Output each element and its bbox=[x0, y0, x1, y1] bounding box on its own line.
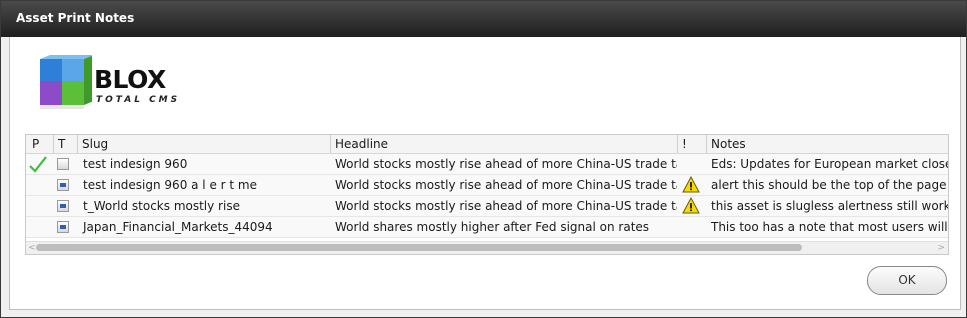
asset-print-notes-dialog: Asset Print Notes BLOX TOTAL CMS P T Slu… bbox=[0, 0, 967, 318]
dialog-title: Asset Print Notes bbox=[1, 1, 966, 37]
slug-cell: test indesign 960 bbox=[83, 157, 188, 171]
scroll-left-icon[interactable]: < bbox=[28, 242, 36, 254]
warning-cell bbox=[677, 154, 706, 174]
headline-cell: World stocks mostly rise ahead of more C… bbox=[335, 178, 677, 192]
slug-cell: test indesign 960 a l e r t me bbox=[83, 178, 257, 192]
slug-cell: t_World stocks mostly rise bbox=[83, 199, 240, 213]
blox-cube-icon bbox=[40, 55, 92, 109]
notes-cell: This too has a note that most users will… bbox=[711, 220, 949, 234]
notes-cell: this asset is slugless alertness still w… bbox=[711, 199, 949, 213]
logo-tagline: TOTAL CMS bbox=[96, 95, 181, 105]
type-cell bbox=[53, 154, 77, 174]
story-doc-icon bbox=[57, 179, 69, 191]
scrollbar-thumb[interactable] bbox=[36, 244, 802, 251]
asset-notes-table: P T Slug Headline ! Notes test indesign … bbox=[25, 134, 949, 255]
table-row[interactable]: test indesign 960 World stocks mostly ri… bbox=[26, 154, 948, 175]
logo-wordmark: BLOX bbox=[94, 65, 166, 94]
blox-logo: BLOX TOTAL CMS bbox=[36, 55, 196, 115]
table-row[interactable]: test indesign 960 a l e r t me World sto… bbox=[26, 175, 948, 196]
table-header: P T Slug Headline ! Notes bbox=[26, 135, 948, 154]
headline-cell: World shares mostly higher after Fed sig… bbox=[335, 220, 650, 234]
dialog-content: BLOX TOTAL CMS P T Slug Headline ! Notes… bbox=[9, 37, 961, 310]
notes-cell: alert this should be the top of the page bbox=[711, 178, 947, 192]
headline-cell: World stocks mostly rise ahead of more C… bbox=[335, 199, 677, 213]
warning-icon bbox=[682, 197, 700, 214]
scroll-right-icon[interactable]: > bbox=[937, 242, 945, 254]
col-header-p[interactable]: P bbox=[26, 135, 53, 153]
horizontal-scrollbar[interactable]: < > bbox=[26, 241, 948, 254]
table-row[interactable]: Japan_Financial_Markets_44094 World shar… bbox=[26, 217, 948, 238]
type-cell bbox=[53, 196, 77, 216]
type-cell bbox=[53, 217, 77, 237]
headline-cell: World stocks mostly rise ahead of more C… bbox=[335, 157, 677, 171]
type-cell bbox=[53, 175, 77, 195]
notes-cell: Eds: Updates for European market close. … bbox=[711, 157, 949, 171]
check-icon bbox=[29, 156, 47, 173]
col-header-t[interactable]: T bbox=[53, 135, 77, 153]
story-doc-icon bbox=[57, 221, 69, 233]
col-header-headline[interactable]: Headline bbox=[330, 135, 677, 153]
warning-cell bbox=[677, 175, 706, 195]
col-header-notes[interactable]: Notes bbox=[706, 135, 948, 153]
warning-icon bbox=[682, 176, 700, 193]
warning-cell bbox=[677, 217, 706, 237]
warning-cell bbox=[677, 196, 706, 216]
col-header-slug[interactable]: Slug bbox=[77, 135, 330, 153]
table-row[interactable]: t_World stocks mostly rise World stocks … bbox=[26, 196, 948, 217]
printed-cell bbox=[26, 217, 53, 237]
slug-cell: Japan_Financial_Markets_44094 bbox=[83, 220, 273, 234]
printed-cell bbox=[26, 154, 53, 174]
blank-doc-icon bbox=[57, 158, 69, 170]
printed-cell bbox=[26, 175, 53, 195]
col-header-warning[interactable]: ! bbox=[677, 135, 706, 153]
ok-button[interactable]: OK bbox=[867, 266, 947, 295]
printed-cell bbox=[26, 196, 53, 216]
story-doc-icon bbox=[57, 200, 69, 212]
